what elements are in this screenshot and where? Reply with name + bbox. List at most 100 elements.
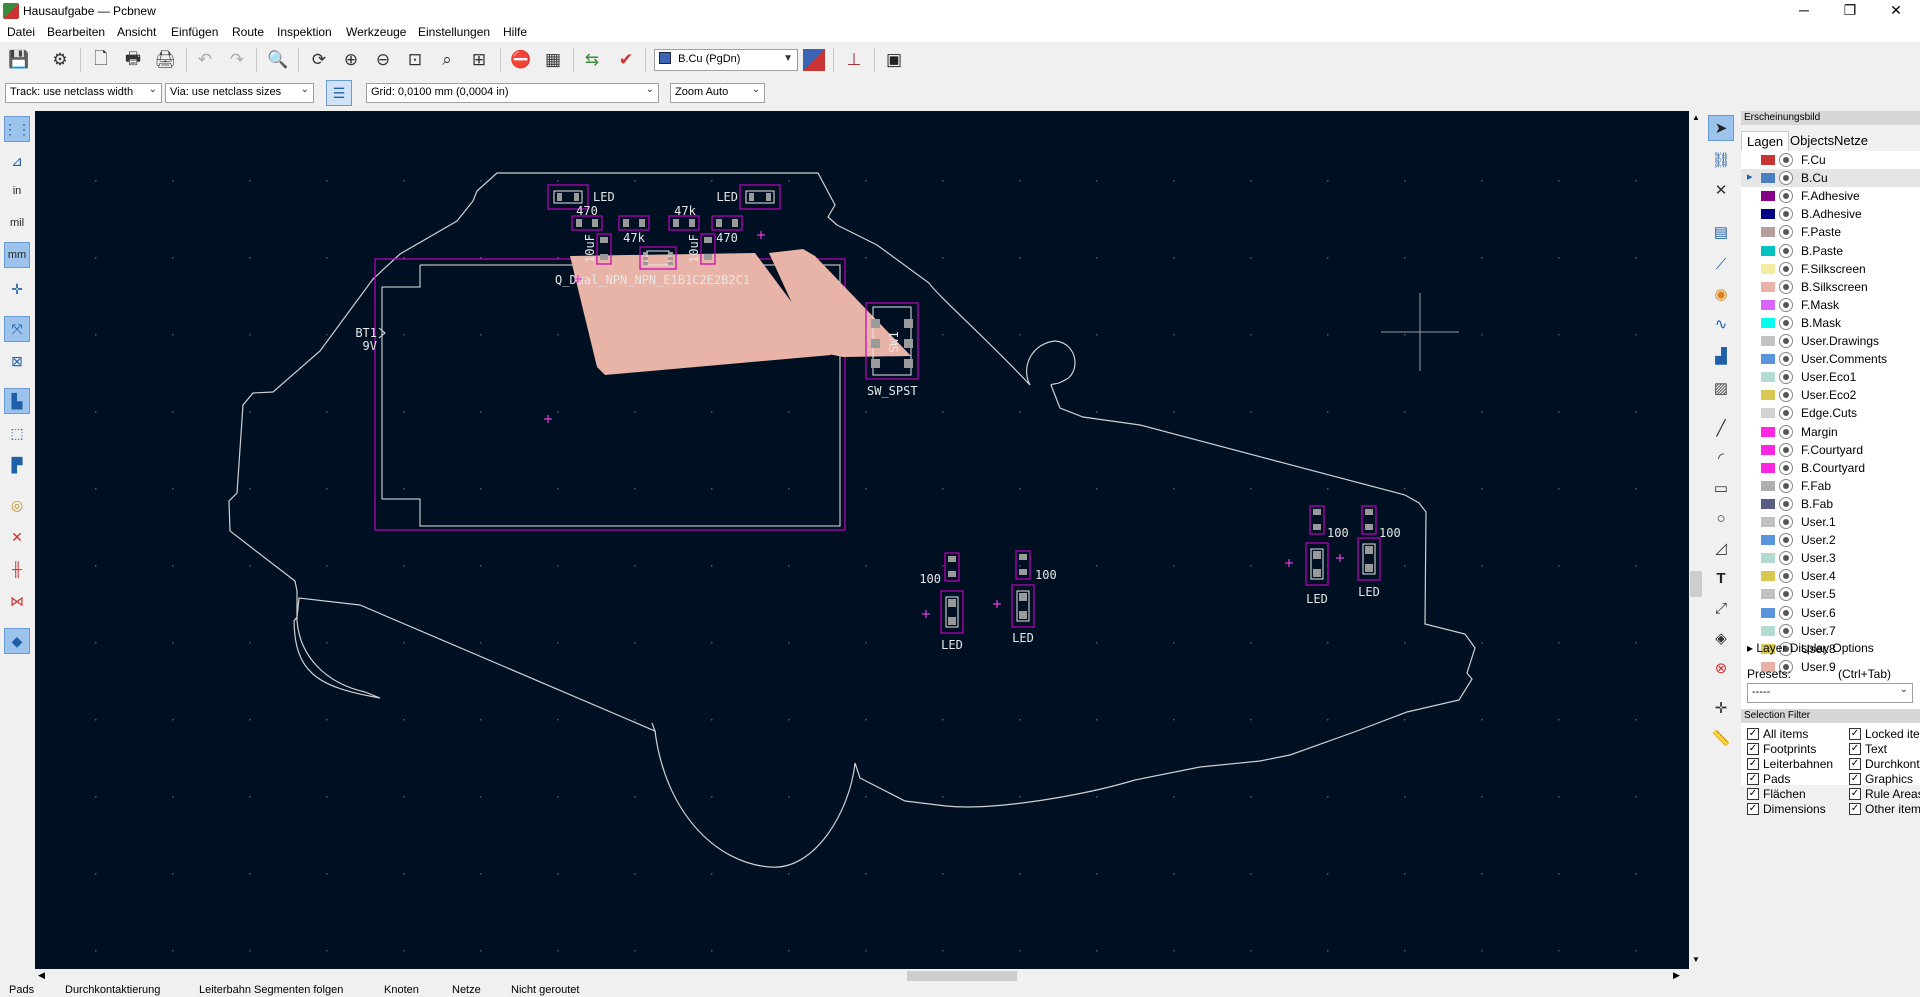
zoom-out-icon[interactable]: ⊖ <box>371 48 395 72</box>
horizontal-scrollbar[interactable]: ◀ ▶ <box>35 969 1689 983</box>
visibility-eye-icon[interactable] <box>1779 225 1793 240</box>
layer-row[interactable]: User.2 <box>1741 531 1920 549</box>
ratsnest-icon[interactable]: ⤧ <box>4 316 30 342</box>
zoom-in-icon[interactable]: ⊕ <box>339 48 363 72</box>
layer-color-swatch[interactable] <box>1761 408 1775 419</box>
menu-einfuegen[interactable]: Einfügen <box>171 25 218 39</box>
layer-row[interactable]: ▸ B.Cu <box>1741 169 1920 188</box>
layer-row[interactable]: B.Paste <box>1741 242 1920 260</box>
draw-rectangle-icon[interactable]: ▭ <box>1708 475 1734 501</box>
add-text-icon[interactable]: T <box>1708 565 1734 591</box>
layer-row[interactable]: F.Fab <box>1741 477 1920 495</box>
minimize-button[interactable]: ─ <box>1781 0 1827 22</box>
track-outline-icon[interactable]: ╫ <box>4 556 30 582</box>
local-ratsnest-icon[interactable]: ⛓ <box>1708 147 1734 173</box>
via-outline-icon[interactable]: ✕ <box>4 524 30 550</box>
visibility-eye-icon[interactable] <box>1779 515 1793 529</box>
visibility-eye-icon[interactable] <box>1779 153 1793 167</box>
menu-inspektion[interactable]: Inspektion <box>277 25 332 39</box>
layer-color-swatch[interactable] <box>1761 607 1775 618</box>
visibility-eye-icon[interactable] <box>1779 406 1793 421</box>
highlight-net-icon[interactable]: ✕ <box>1708 177 1734 203</box>
curved-ratsnest-icon[interactable]: ⊠ <box>4 348 30 374</box>
draw-arc-icon[interactable]: ◜ <box>1708 445 1734 471</box>
layer-row[interactable]: B.Silkscreen <box>1741 278 1920 296</box>
scroll-right-icon[interactable]: ▶ <box>1673 970 1680 981</box>
menu-datei[interactable]: Datei <box>7 25 35 39</box>
filter-checkbox[interactable]: ✓ <box>1747 773 1759 785</box>
layer-display-options-toggle[interactable]: ▸ Layer Display Options <box>1747 641 1874 655</box>
filter-checkbox[interactable]: ✓ <box>1747 803 1759 815</box>
select-arrow-icon[interactable]: ➤ <box>1708 115 1734 141</box>
track-width-select[interactable]: Track: use netclass width ⌄ <box>5 83 162 103</box>
layer-row[interactable]: B.Adhesive <box>1741 205 1920 223</box>
zoom-objects-icon[interactable]: ⌕ <box>435 48 459 72</box>
layer-row[interactable]: B.Mask <box>1741 314 1920 332</box>
undo-icon[interactable]: ↶ <box>193 48 217 72</box>
visibility-eye-icon[interactable] <box>1779 605 1793 620</box>
layer-row[interactable]: User.7 <box>1741 622 1920 640</box>
add-via-icon[interactable]: ◉ <box>1708 281 1734 307</box>
pad-outline-icon[interactable]: ◎ <box>4 492 30 518</box>
layer-row[interactable]: F.Courtyard <box>1741 441 1920 459</box>
presets-select[interactable]: ----- ⌄ <box>1747 683 1913 703</box>
filter-checkbox[interactable]: ✓ <box>1849 728 1861 740</box>
print-icon[interactable]: 🖶 <box>121 48 145 72</box>
layer-color-swatch[interactable] <box>1761 535 1775 546</box>
layer-color-swatch[interactable] <box>1761 589 1775 600</box>
layer-manager-icon[interactable]: ◆ <box>4 628 30 654</box>
menu-hilfe[interactable]: Hilfe <box>503 25 527 39</box>
grid-select[interactable]: Grid: 0,0100 mm (0,0004 in) ⌄ <box>366 83 659 103</box>
visibility-eye-icon[interactable] <box>1779 171 1793 186</box>
layer-color-swatch[interactable] <box>1761 336 1775 346</box>
delete-tool-icon[interactable]: ⊗ <box>1708 655 1734 681</box>
layer-row[interactable]: User.Drawings <box>1741 332 1920 350</box>
layer-color-swatch[interactable] <box>1761 625 1775 636</box>
filter-checkbox[interactable]: ✓ <box>1747 728 1759 740</box>
layer-color-swatch[interactable] <box>1761 317 1775 328</box>
scripting-console-icon[interactable]: ▣ <box>882 48 906 72</box>
filter-checkbox[interactable]: ✓ <box>1849 788 1861 800</box>
zoom-selection-icon[interactable]: ⊞ <box>467 48 491 72</box>
layer-color-swatch[interactable] <box>1761 553 1775 564</box>
layer-color-swatch[interactable] <box>1761 263 1775 274</box>
menu-bearbeiten[interactable]: Bearbeiten <box>47 25 105 39</box>
layer-row[interactable]: Edge.Cuts <box>1741 404 1920 422</box>
auto-track-width-icon[interactable]: ☰ <box>326 80 352 106</box>
layer-color-swatch[interactable] <box>1761 155 1775 165</box>
visibility-eye-icon[interactable] <box>1779 496 1793 511</box>
layer-color-swatch[interactable] <box>1761 191 1775 202</box>
tab-lagen[interactable]: Lagen <box>1741 131 1790 151</box>
add-footprint-icon[interactable]: ▤ <box>1708 219 1734 245</box>
visibility-eye-icon[interactable] <box>1779 587 1793 602</box>
vertical-scrollbar[interactable]: ▲ ▼ <box>1689 111 1703 969</box>
layer-color-swatch[interactable] <box>1761 173 1775 184</box>
layer-color-swatch[interactable] <box>1761 209 1775 220</box>
visibility-eye-icon[interactable] <box>1779 478 1793 493</box>
grid-toggle-icon[interactable]: ⋮⋮ <box>3 116 31 142</box>
visibility-eye-icon[interactable] <box>1779 315 1793 330</box>
pcb-drawing[interactable]: BT1 9V LED LED 470 47k 47k 470 10uF 10uF… <box>35 111 1689 969</box>
units-mil-button[interactable]: mil <box>4 210 30 236</box>
layer-color-swatch[interactable] <box>1761 245 1775 256</box>
layer-row[interactable]: User.Eco1 <box>1741 368 1920 386</box>
find-icon[interactable]: 🔍 <box>266 48 290 72</box>
visibility-eye-icon[interactable] <box>1779 261 1793 276</box>
zoom-select[interactable]: Zoom Auto ⌄ <box>670 83 765 103</box>
page-settings-icon[interactable]: 🗋 <box>89 48 113 72</box>
visibility-eye-icon[interactable] <box>1779 569 1793 584</box>
layer-color-swatch[interactable] <box>1761 227 1775 238</box>
layer-row[interactable]: B.Courtyard <box>1741 459 1920 477</box>
filter-checkbox[interactable]: ✓ <box>1747 758 1759 770</box>
filter-checkbox[interactable]: ✓ <box>1849 758 1861 770</box>
layer-row[interactable]: F.Mask <box>1741 296 1920 314</box>
layer-color-swatch[interactable] <box>1761 498 1775 509</box>
refresh-icon[interactable]: ⟳ <box>307 48 331 72</box>
visibility-eye-icon[interactable] <box>1779 207 1793 222</box>
visibility-eye-icon[interactable] <box>1779 551 1793 566</box>
layer-color-swatch[interactable] <box>1761 390 1775 401</box>
visibility-eye-icon[interactable] <box>1779 297 1793 312</box>
units-in-button[interactable]: in <box>4 178 30 204</box>
filter-checkbox[interactable]: ✓ <box>1747 788 1759 800</box>
scroll-up-icon[interactable]: ▲ <box>1692 113 1700 122</box>
